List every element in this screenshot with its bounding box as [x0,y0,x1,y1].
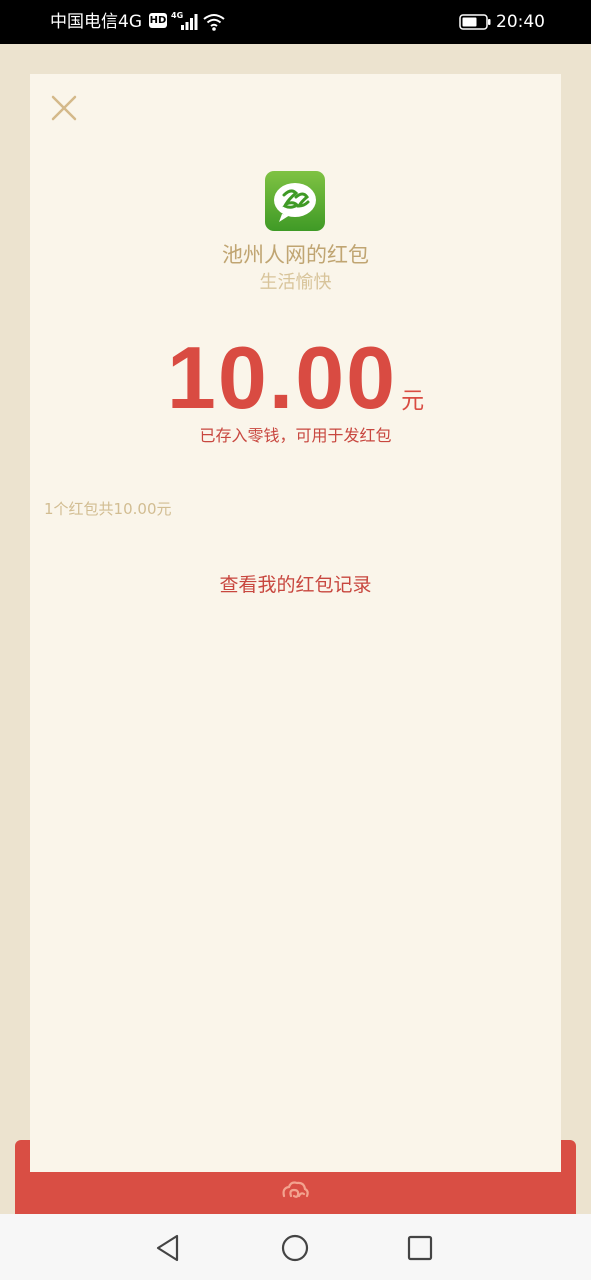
amount-value: 10.00 [166,328,398,427]
clock: 20:40 [496,12,545,32]
home-icon[interactable] [278,1231,312,1265]
signal-icon: 4G [171,11,198,30]
battery-icon [459,14,491,30]
back-icon[interactable] [152,1231,186,1265]
sender-name: 池州人网的红包 [222,243,369,267]
close-icon[interactable] [50,94,78,122]
amount-display: 10.00 元 [30,328,561,428]
currency-unit: 元 [401,388,425,414]
hd-icon: HD [149,13,167,28]
wish-message: 生活愉快 [259,272,332,293]
red-packet-detail-card: 池州人网的红包 生活愉快 10.00 元 已存入零钱，可用于发红包 1个红包共10… [30,74,561,1172]
signal-network-label: 4G [171,11,183,20]
packet-summary: 1个红包共10.00元 [44,500,172,518]
view-records-link[interactable]: 查看我的红包记录 [30,572,561,598]
system-nav-bar [0,1214,591,1280]
cloud-swirl-icon [282,1181,309,1198]
card-zigzag-edge [30,1160,561,1172]
amount-note: 已存入零钱，可用于发红包 [199,426,392,445]
status-bar: 中国电信4G HD 4G 20:40 [0,0,591,44]
carrier-label: 中国电信4G [50,12,142,32]
wifi-icon [203,14,225,31]
recent-apps-icon[interactable] [403,1231,437,1265]
app-logo-icon [265,171,325,231]
